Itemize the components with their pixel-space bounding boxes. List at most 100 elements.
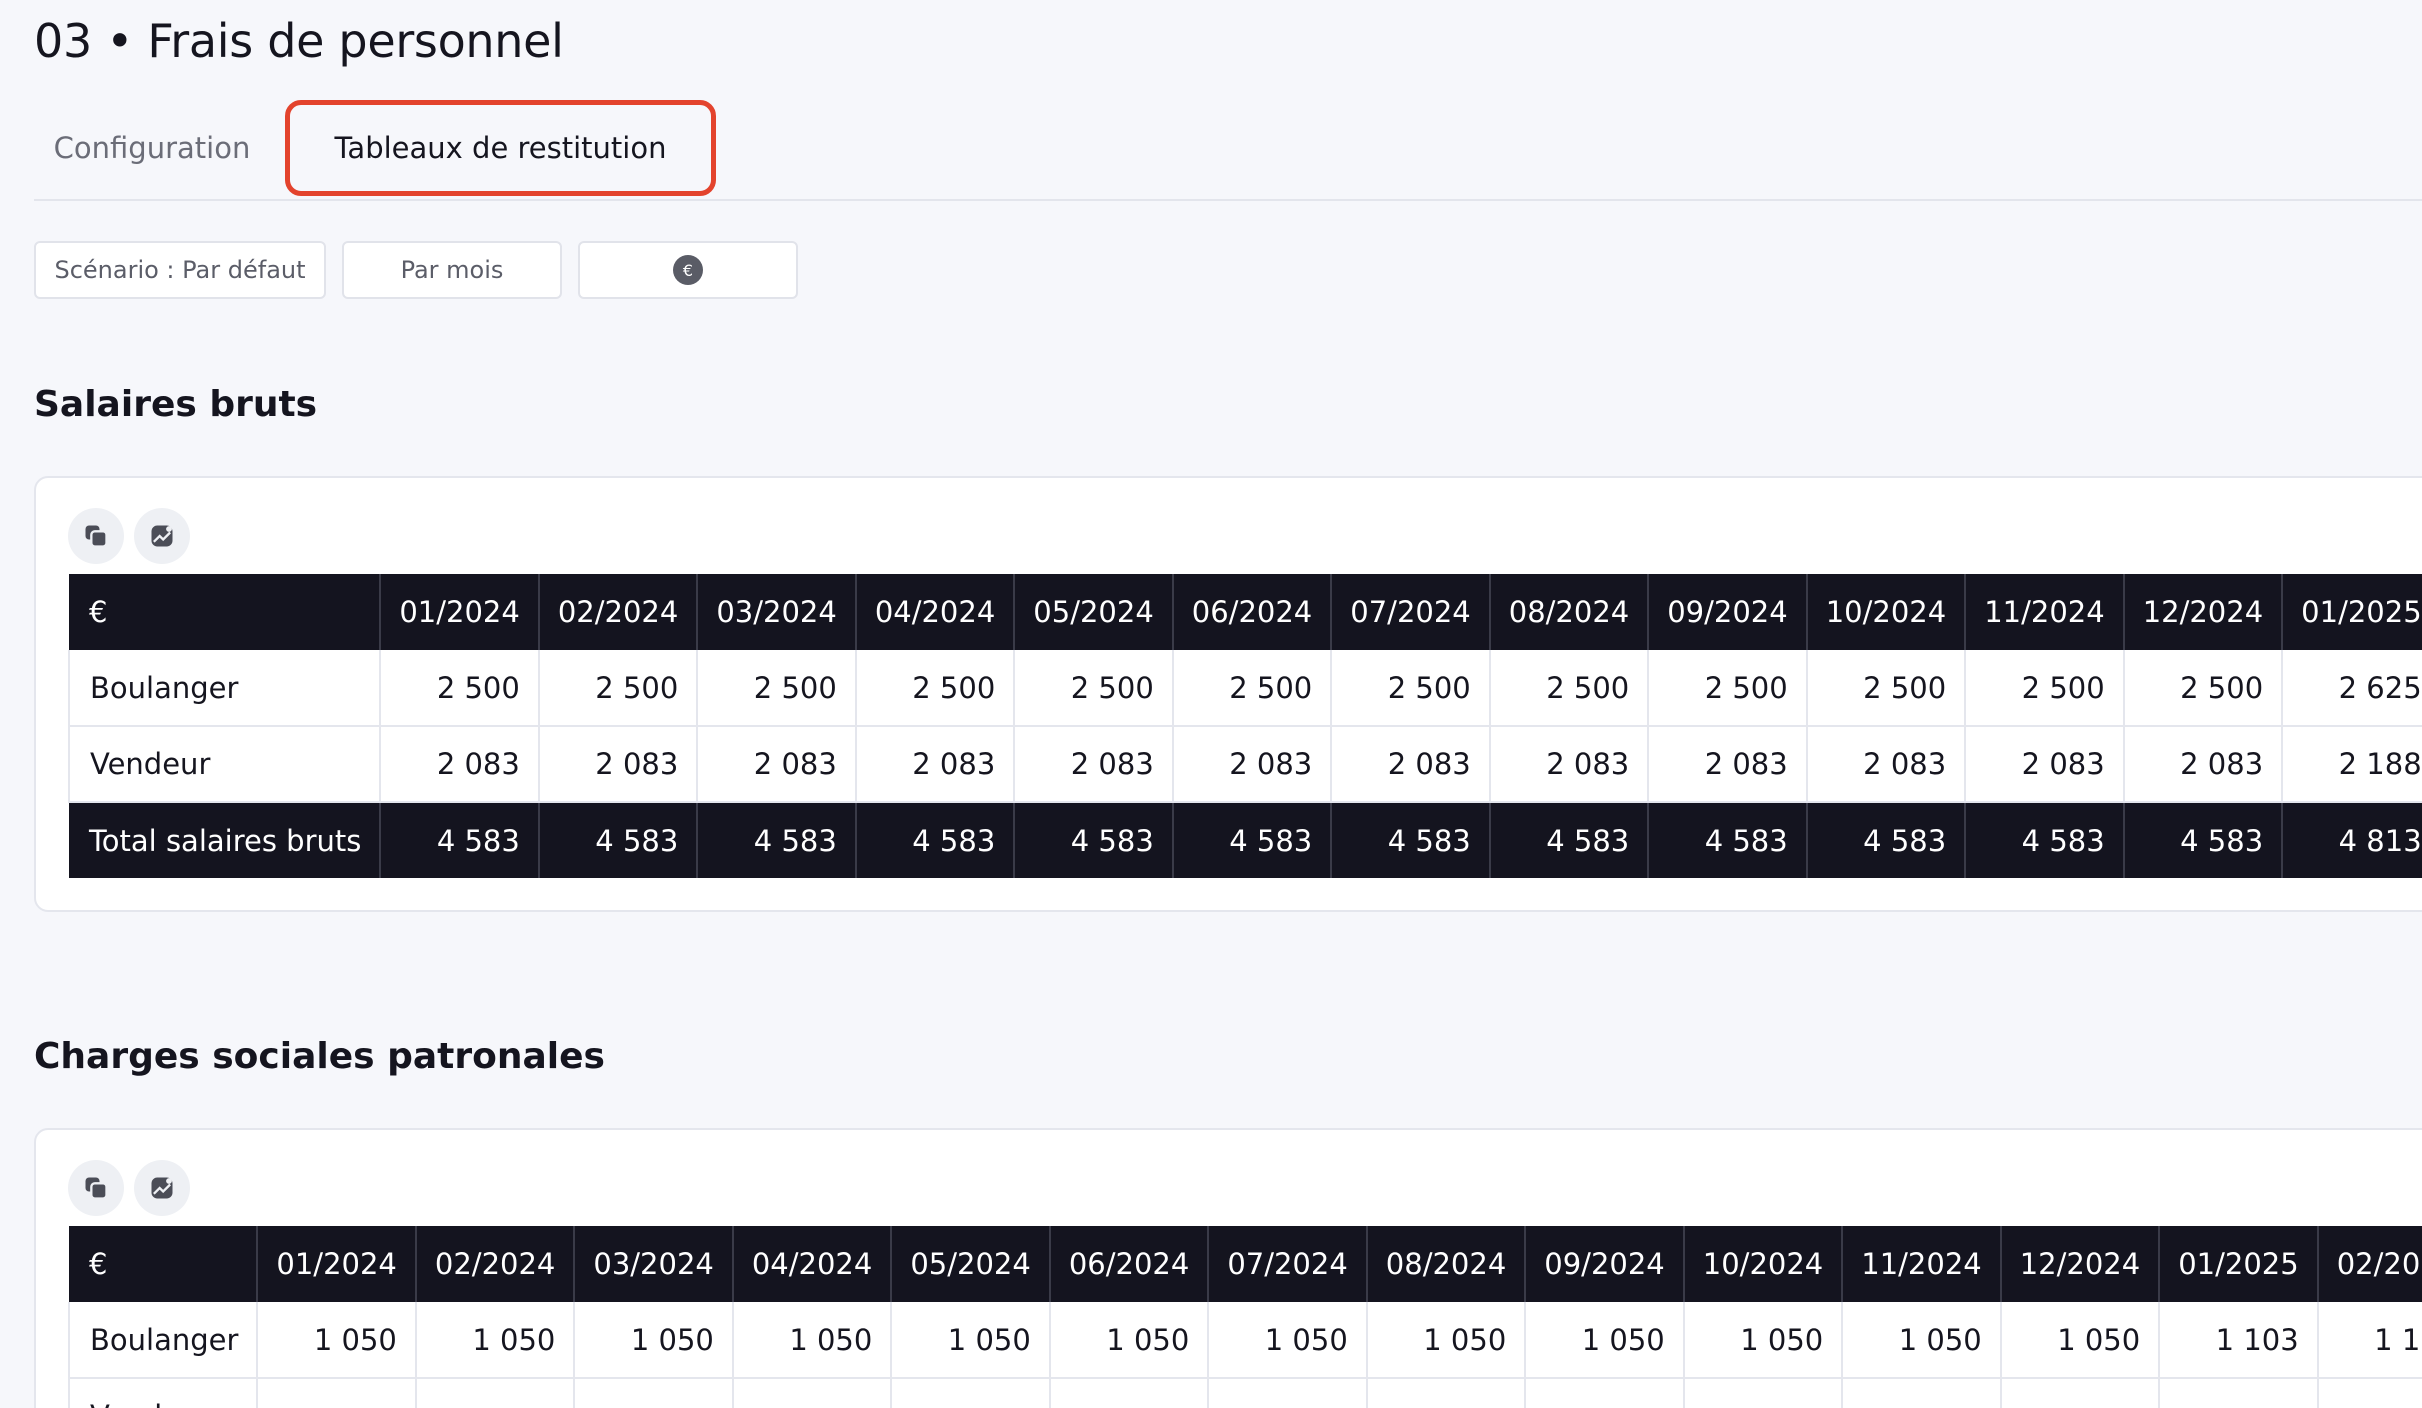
value-cell: 1 050 [574, 1302, 734, 1379]
value-cell: 1 050 [1842, 1302, 2002, 1379]
value-cell [2000, 1378, 2161, 1408]
value-cell [732, 1378, 893, 1408]
value-cell [574, 1378, 734, 1408]
column-header: 11/2024 [1965, 574, 2125, 650]
value-cell: 2 625 [2282, 650, 2422, 727]
value-cell [257, 1378, 417, 1408]
value-cell: 1 050 [891, 1302, 1051, 1379]
column-header: 02/2024 [415, 1226, 576, 1302]
copy-icon [85, 1177, 108, 1200]
row-label: Boulanger [67, 1302, 259, 1379]
value-cell [1525, 1378, 1685, 1408]
tabs-divider [34, 199, 2422, 201]
column-header: 08/2024 [1489, 574, 1650, 650]
table-row: Boulanger 2 500 2 500 2 500 2 500 2 500 2 500 2… [67, 650, 2422, 727]
copy-button[interactable] [68, 1160, 124, 1216]
value-cell: 2 083 [697, 726, 857, 803]
period-select[interactable]: Par mois [342, 241, 562, 299]
value-cell: 2 500 [538, 650, 699, 727]
section-title-charges-sociales: Charges sociales patronales [34, 1036, 605, 1077]
value-cell: 2 083 [1331, 726, 1491, 803]
value-cell: 2 083 [855, 726, 1016, 803]
tab-configuration[interactable]: Configuration [34, 100, 270, 196]
value-cell: 4 583 [1014, 802, 1174, 878]
value-cell: 2 500 [1489, 650, 1650, 727]
chart-export-button[interactable] [134, 1160, 190, 1216]
column-header: 01/2024 [257, 1226, 417, 1302]
table-row: Vendeur 2 083 2 083 2 083 2 083 2 083 2 083 2 0… [67, 726, 2422, 803]
column-header: 07/2024 [1208, 1226, 1368, 1302]
value-cell [1049, 1378, 1210, 1408]
column-header: 03/2024 [697, 574, 857, 650]
page: 03 • Frais de personnel Configuration Ta… [0, 0, 2422, 1408]
column-header: 05/2024 [891, 1226, 1051, 1302]
value-cell: 4 583 [1965, 802, 2125, 878]
value-cell: 2 500 [1965, 650, 2125, 727]
value-cell [2159, 1378, 2319, 1408]
currency-select[interactable]: € [578, 241, 798, 299]
tab-bar: Configuration Tableaux de restitution [34, 0, 2422, 200]
charges-sociales-card: €01/2024 02/2024 03/2024 04/2024 05/2024 06/2… [34, 1128, 2422, 1408]
row-label: Boulanger [67, 650, 382, 727]
value-cell: 1 050 [1049, 1302, 1210, 1379]
value-cell: 2 083 [1172, 726, 1333, 803]
tab-tableaux-de-restitution[interactable]: Tableaux de restitution [285, 100, 716, 196]
value-cell: 4 583 [1806, 802, 1967, 878]
table-header-row: €01/2024 02/2024 03/2024 04/2024 05/2024 06/2… [69, 1226, 2422, 1302]
value-cell: 2 188 [2282, 726, 2422, 803]
value-cell: 2 500 [1806, 650, 1967, 727]
column-header: 04/2024 [732, 1226, 893, 1302]
value-cell: 4 583 [538, 802, 699, 878]
value-cell: 2 500 [1331, 650, 1491, 727]
value-cell: 2 083 [1014, 726, 1174, 803]
value-cell: 4 583 [855, 802, 1016, 878]
value-cell: 1 050 [257, 1302, 417, 1379]
value-cell: 2 500 [1648, 650, 1808, 727]
chart-icon [151, 525, 173, 547]
value-cell: 2 500 [697, 650, 857, 727]
chart-export-button[interactable] [134, 508, 190, 564]
value-cell: 2 500 [1014, 650, 1174, 727]
chart-icon [151, 1177, 173, 1199]
row-label: Total salaires bruts [69, 802, 382, 878]
column-header: 01/2025 [2282, 574, 2422, 650]
value-cell: 1 050 [415, 1302, 576, 1379]
currency-header-cell: € [69, 1226, 259, 1302]
column-header: 11/2024 [1842, 1226, 2002, 1302]
value-cell: 4 583 [1648, 802, 1808, 878]
value-cell: 2 500 [855, 650, 1016, 727]
column-header: 04/2024 [855, 574, 1016, 650]
value-cell: 1 050 [1208, 1302, 1368, 1379]
column-header: 03/2024 [574, 1226, 734, 1302]
value-cell [1366, 1378, 1527, 1408]
table-row: Boulanger 1 050 1 050 1 050 1 050 1 050 1 050 1… [67, 1302, 2422, 1379]
value-cell: 2 083 [538, 726, 699, 803]
value-cell: 4 583 [2123, 802, 2284, 878]
salaires-bruts-card: €01/2024 02/2024 03/2024 04/2024 05/2024 06/2… [34, 476, 2422, 912]
value-cell: 1 050 [1683, 1302, 1844, 1379]
value-cell: 1 103 [2317, 1302, 2422, 1379]
value-cell: 2 500 [380, 650, 540, 727]
value-cell: 1 050 [732, 1302, 893, 1379]
value-cell [1208, 1378, 1368, 1408]
salaires-bruts-table: €01/2024 02/2024 03/2024 04/2024 05/2024 06/2… [67, 574, 2422, 878]
table-header-row: €01/2024 02/2024 03/2024 04/2024 05/2024 06/2… [69, 574, 2422, 650]
row-label: Vendeur [67, 1378, 259, 1408]
currency-header-cell: € [69, 574, 382, 650]
value-cell [415, 1378, 576, 1408]
copy-button[interactable] [68, 508, 124, 564]
euro-icon: € [673, 255, 703, 285]
value-cell: 2 083 [2123, 726, 2284, 803]
column-header: 10/2024 [1683, 1226, 1844, 1302]
column-header: 01/2024 [380, 574, 540, 650]
total-row: Total salaires bruts 4 583 4 583 4 583 4 583… [69, 802, 2422, 878]
value-cell: 2 083 [1806, 726, 1967, 803]
column-header: 02/2024 [538, 574, 699, 650]
value-cell [1683, 1378, 1844, 1408]
column-header: 06/2024 [1049, 1226, 1210, 1302]
scenario-select[interactable]: Scénario : Par défaut [34, 241, 326, 299]
value-cell: 4 583 [1331, 802, 1491, 878]
column-header: 12/2024 [2123, 574, 2284, 650]
value-cell: 4 583 [1172, 802, 1333, 878]
column-header: 08/2024 [1366, 1226, 1527, 1302]
